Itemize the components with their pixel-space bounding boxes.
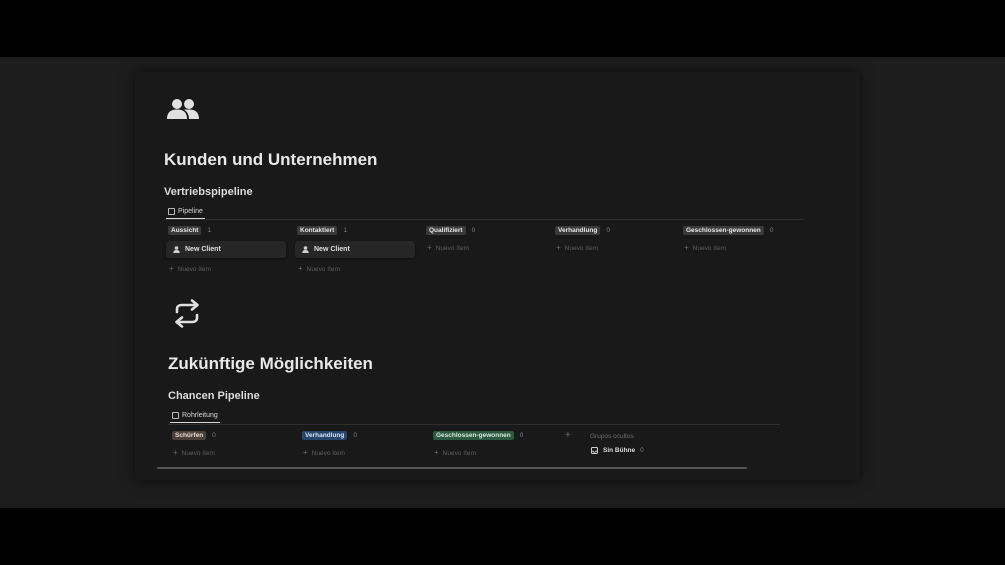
hidden-group-count: 0 (640, 447, 644, 454)
status-tag: Geschlossen-gewonnen (683, 226, 764, 235)
status-tag: Qualifiziert (426, 226, 466, 235)
repeat-icon (175, 299, 199, 328)
board-card[interactable]: New Client (166, 241, 286, 258)
add-item-button[interactable]: + Nuevo ítem (556, 244, 598, 252)
hidden-groups-label: Grupos ocultos (590, 433, 634, 440)
add-item-button[interactable]: + Nuevo ítem (684, 244, 726, 252)
person-icon (302, 246, 309, 253)
column-count: 0 (606, 227, 610, 234)
notion-page: Kunden und Unternehmen Vertriebspipeline… (135, 72, 860, 480)
view-tab-label: Rohrleitung (182, 412, 218, 419)
add-item-button[interactable]: + Nuevo ítem (173, 449, 215, 457)
status-tag: Geschlossen-gewonnen (433, 431, 514, 440)
add-item-label: Nuevo ítem (692, 244, 726, 252)
add-group-button[interactable]: + (565, 431, 571, 441)
plus-icon: + (298, 264, 303, 273)
board-card[interactable]: New Client (295, 241, 415, 258)
column-count: 0 (471, 227, 476, 234)
plus-icon: + (169, 264, 174, 273)
status-tag: Schürfen (172, 431, 207, 440)
card-title: New Client (314, 246, 350, 253)
divider (168, 424, 780, 425)
board-column-header[interactable]: Qualifiziert 0 (426, 226, 475, 235)
add-item-label: Nuevo ítem (435, 244, 469, 252)
card-title: New Client (185, 246, 221, 253)
people-icon (167, 99, 199, 119)
add-item-button[interactable]: + Nuevo ítem (434, 449, 476, 457)
add-item-label: Nuevo ítem (177, 265, 211, 273)
database-title[interactable]: Vertriebspipeline (164, 186, 253, 198)
add-item-label: Nuevo ítem (181, 449, 215, 457)
divider (164, 219, 804, 220)
plus-icon: + (303, 448, 308, 457)
column-count: 0 (212, 432, 216, 439)
board-view-icon (168, 208, 175, 215)
board-column-header[interactable]: Geschlossen-gewonnen 0 (683, 226, 773, 235)
status-tag: Verhandlung (302, 431, 348, 440)
add-item-button[interactable]: + Nuevo ítem (298, 265, 340, 273)
board-column-header[interactable]: Aussicht 1 (168, 226, 211, 235)
add-item-label: Nuevo ítem (311, 449, 345, 457)
board-column-header[interactable]: Verhandlung 0 (302, 431, 357, 440)
status-tag: Kontaktiert (297, 226, 338, 235)
person-icon (173, 246, 180, 253)
plus-icon: + (173, 448, 178, 457)
board-view-icon (172, 412, 179, 419)
board-column-header[interactable]: Kontaktiert 1 (297, 226, 347, 235)
view-tab-pipeline[interactable]: Pipeline (166, 208, 205, 219)
column-count: 1 (207, 227, 212, 234)
add-item-button[interactable]: + Nuevo ítem (427, 244, 469, 252)
column-count: 0 (769, 227, 774, 234)
inbox-icon (591, 447, 598, 454)
add-item-label: Nuevo ítem (442, 449, 476, 457)
page-title: Kunden und Unternehmen (164, 150, 378, 169)
section-title: Zukünftige Möglichkeiten (168, 354, 373, 373)
hidden-group-label: Sin Bühne (603, 447, 636, 454)
horizontal-scrollbar[interactable] (157, 467, 747, 469)
view-tab-rohrleitung[interactable]: Rohrleitung (170, 412, 220, 423)
board-column-header[interactable]: Verhandlung 0 (555, 226, 610, 235)
plus-icon: + (427, 243, 432, 252)
status-tag: Verhandlung (555, 226, 601, 235)
column-count: 0 (519, 432, 524, 439)
board-column-header[interactable]: Geschlossen-gewonnen 0 (433, 431, 523, 440)
column-count: 1 (343, 227, 347, 234)
status-tag: Aussicht (168, 226, 202, 235)
column-count: 0 (353, 432, 357, 439)
add-item-label: Nuevo ítem (564, 244, 598, 252)
database-title[interactable]: Chancen Pipeline (168, 390, 260, 402)
add-item-label: Nuevo ítem (306, 265, 340, 273)
plus-icon: + (434, 448, 439, 457)
view-tab-label: Pipeline (178, 208, 203, 215)
add-item-button[interactable]: + Nuevo ítem (303, 449, 345, 457)
plus-icon: + (684, 243, 689, 252)
hidden-group-item[interactable]: Sin Bühne 0 (591, 447, 644, 454)
add-item-button[interactable]: + Nuevo ítem (169, 265, 211, 273)
board-column-header[interactable]: Schürfen 0 (172, 431, 216, 440)
plus-icon: + (556, 243, 561, 252)
